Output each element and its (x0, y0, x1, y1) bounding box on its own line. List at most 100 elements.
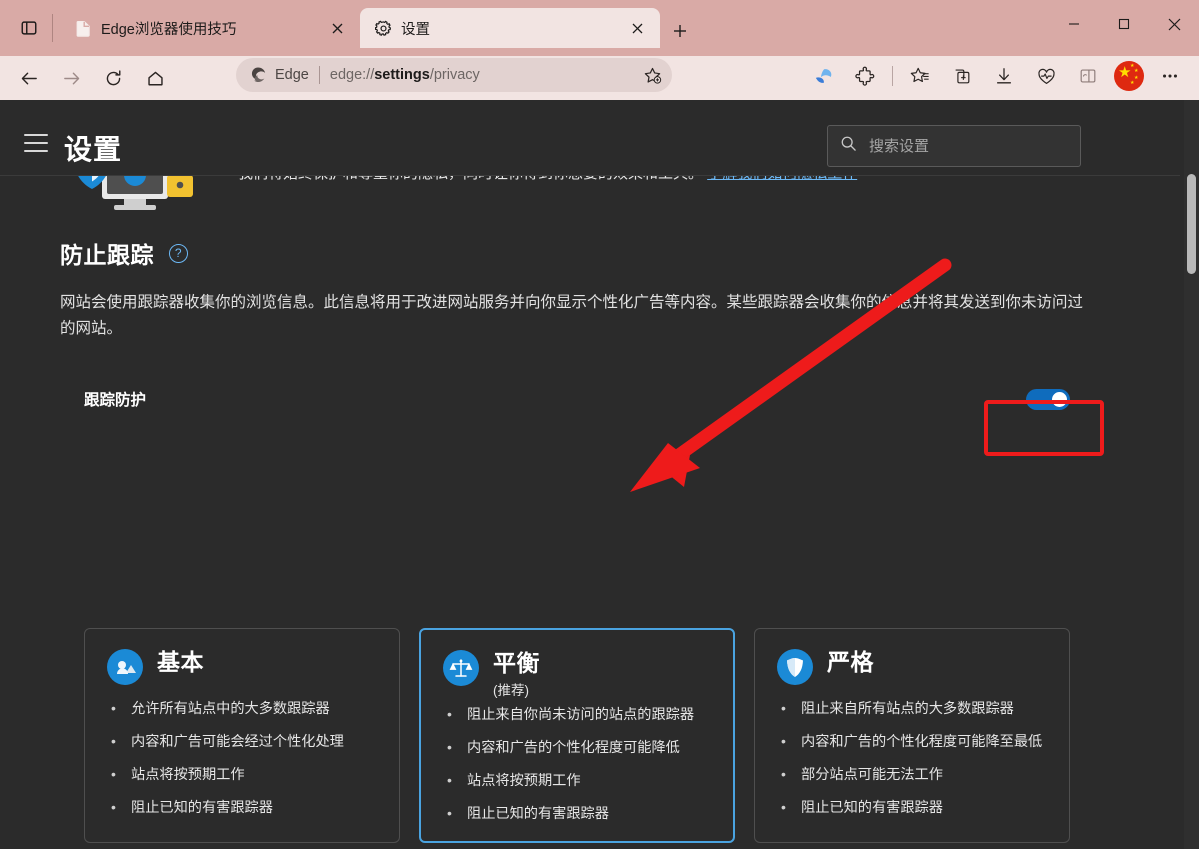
close-icon[interactable] (624, 15, 650, 41)
tab-title: 设置 (401, 21, 430, 38)
tab-separator (52, 14, 53, 42)
profile-icon[interactable]: ★ ★ ★ ★ ★ (1114, 61, 1144, 91)
downloads-icon[interactable] (986, 58, 1022, 94)
card-title: 基本 (157, 649, 204, 675)
search-input[interactable] (869, 137, 1059, 155)
card-bullet: 内容和广告可能会经过个性化处理 (107, 731, 377, 752)
level-card-strict[interactable]: 严格 阻止来自所有站点的大多数跟踪器 内容和广告的个性化程度可能降至最低 部分站… (754, 628, 1070, 843)
home-icon[interactable] (137, 60, 173, 96)
menu-line (24, 134, 48, 136)
card-bullet: 内容和广告的个性化程度可能降至最低 (777, 731, 1047, 752)
extensions-icon[interactable] (847, 58, 883, 94)
toggle-highlight-annotation (984, 400, 1104, 456)
card-bullet: 部分站点可能无法工作 (777, 764, 1047, 785)
browser-essentials-icon[interactable] (1028, 58, 1064, 94)
card-bullet: 阻止来自你尚未访问的站点的跟踪器 (443, 704, 711, 725)
section-heading-text: 防止跟踪 (60, 242, 154, 268)
flag-star: ★ (1134, 75, 1139, 81)
privacy-intro-row: 我们将始终保护和尊重你的隐私，同时让你得到你想要的效果和工具。 了解我们如何隐私… (0, 175, 1090, 231)
card-bullet: 阻止已知的有害跟踪器 (777, 797, 1047, 818)
basic-shield-icon (107, 649, 143, 685)
card-bullet: 允许所有站点中的大多数跟踪器 (107, 698, 377, 719)
card-subtitle: (推荐) (493, 683, 529, 698)
window-controls (1049, 0, 1199, 48)
section-heading: 防止跟踪 ? (60, 236, 1090, 270)
card-bullet-list: 允许所有站点中的大多数跟踪器 内容和广告可能会经过个性化处理 站点将按预期工作 … (107, 698, 377, 818)
card-title: 严格 (827, 649, 874, 675)
close-window-icon[interactable] (1149, 0, 1199, 48)
privacy-learn-more-link[interactable]: 了解我们如何隐私工作 (707, 175, 857, 182)
address-brand-label: Edge (275, 67, 309, 83)
flag-star: ★ (1130, 80, 1135, 86)
card-bullet: 站点将按预期工作 (107, 764, 377, 785)
refresh-icon[interactable] (95, 60, 131, 96)
page-title: 设置 (64, 134, 123, 165)
settings-page: 设置 搜索设置 防止跟踪 ? 网站会使用跟踪器收集你的浏览信息。此信息将用于改进… (0, 100, 1199, 849)
tracking-protection-row: 跟踪防护 (84, 388, 1070, 428)
tab-strip: Edge浏览器使用技巧 设置 (0, 0, 1199, 56)
add-favorite-icon[interactable] (638, 61, 666, 89)
menu-line (24, 142, 48, 144)
card-bullet: 阻止已知的有害跟踪器 (443, 803, 711, 824)
forward-icon[interactable] (53, 60, 89, 96)
split-screen-icon[interactable] (1070, 58, 1106, 94)
page-icon (74, 19, 92, 37)
page-scrollbar[interactable] (1184, 100, 1199, 849)
minimize-icon[interactable] (1049, 0, 1099, 48)
tracking-protection-label: 跟踪防护 (84, 392, 147, 409)
tab-title: Edge浏览器使用技巧 (101, 21, 237, 38)
back-icon[interactable] (11, 60, 47, 96)
scrollbar-thumb[interactable] (1187, 174, 1196, 274)
settings-header: 设置 (0, 100, 1180, 176)
card-header: 平衡 (推荐) (443, 650, 711, 699)
address-bar[interactable]: Edge edge://settings/privacy (236, 58, 672, 92)
collections-icon[interactable] (944, 58, 980, 94)
toolbar-separator (892, 66, 893, 86)
intro-paragraph: 我们将始终保护和尊重你的隐私，同时让你得到你想要的效果和工具。 (238, 175, 703, 182)
copilot-icon[interactable] (805, 58, 841, 94)
card-header: 严格 (777, 649, 1047, 685)
card-bullet: 阻止已知的有害跟踪器 (107, 797, 377, 818)
address-divider (318, 66, 320, 84)
address-url[interactable]: edge://settings/privacy (330, 67, 480, 83)
card-header: 基本 (107, 649, 377, 685)
maximize-icon[interactable] (1099, 0, 1149, 48)
strict-shield-icon (777, 649, 813, 685)
card-bullet: 站点将按预期工作 (443, 770, 711, 791)
new-tab-button[interactable] (664, 16, 696, 46)
tab-edge-tips[interactable]: Edge浏览器使用技巧 (60, 8, 360, 48)
close-icon[interactable] (324, 15, 350, 41)
section-description: 网站会使用跟踪器收集你的浏览信息。此信息将用于改进网站服务并向你显示个性化广告等… (60, 294, 1084, 337)
flag-star: ★ (1134, 68, 1139, 74)
privacy-intro-text: 我们将始终保护和尊重你的隐私，同时让你得到你想要的效果和工具。 了解我们如何隐私… (238, 175, 1090, 191)
card-bullet: 阻止来自所有站点的大多数跟踪器 (777, 698, 1047, 719)
edge-logo-icon (248, 65, 268, 85)
card-titles: 严格 (827, 649, 874, 675)
privacy-illustration (62, 175, 212, 217)
settings-more-icon[interactable] (1152, 58, 1188, 94)
tracking-prevention-section: 防止跟踪 ? 网站会使用跟踪器收集你的浏览信息。此信息将用于改进网站服务并向你显… (60, 236, 1090, 342)
settings-content: 我们将始终保护和尊重你的隐私，同时让你得到你想要的效果和工具。 了解我们如何隐私… (0, 175, 1180, 849)
card-bullet-list: 阻止来自所有站点的大多数跟踪器 内容和广告的个性化程度可能降至最低 部分站点可能… (777, 698, 1047, 818)
menu-icon[interactable] (24, 134, 48, 152)
card-title: 平衡 (493, 650, 540, 676)
help-icon[interactable]: ? (169, 243, 188, 263)
card-bullet-list: 阻止来自你尚未访问的站点的跟踪器 内容和广告的个性化程度可能降低 站点将按预期工… (443, 704, 711, 824)
menu-line (24, 150, 48, 152)
favorites-icon[interactable] (902, 58, 938, 94)
search-box[interactable] (827, 125, 1081, 167)
card-bullet: 内容和广告的个性化程度可能降低 (443, 737, 711, 758)
card-titles: 基本 (157, 649, 204, 675)
gear-icon (374, 19, 392, 37)
title-bar: Edge浏览器使用技巧 设置 (0, 0, 1199, 56)
tab-settings[interactable]: 设置 (360, 8, 660, 48)
toolbar-right-icons: ★ ★ ★ ★ ★ (802, 58, 1191, 94)
level-card-balanced[interactable]: 平衡 (推荐) 阻止来自你尚未访问的站点的跟踪器 内容和广告的个性化程度可能降低… (419, 628, 735, 843)
level-card-basic[interactable]: 基本 允许所有站点中的大多数跟踪器 内容和广告可能会经过个性化处理 站点将按预期… (84, 628, 400, 843)
tab-actions-icon[interactable] (18, 17, 40, 39)
balance-scale-icon (443, 650, 479, 686)
search-icon (840, 135, 857, 157)
protection-level-cards: 基本 允许所有站点中的大多数跟踪器 内容和广告可能会经过个性化处理 站点将按预期… (84, 628, 1070, 843)
browser-window: Edge浏览器使用技巧 设置 Edge edge://settings/priv… (0, 0, 1199, 849)
card-titles: 平衡 (推荐) (493, 650, 540, 699)
